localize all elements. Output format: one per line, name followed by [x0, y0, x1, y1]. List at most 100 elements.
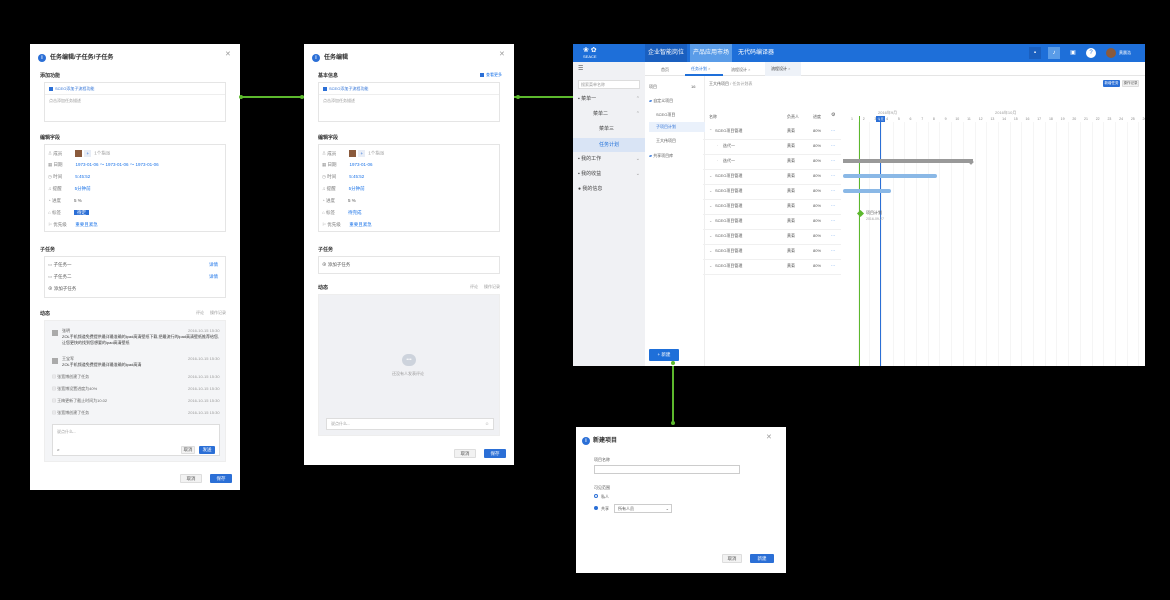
chevron-down-icon[interactable]: ⌄	[709, 263, 712, 269]
table-row[interactable]: ⌄ SCEO项目管理 黄菊 80% ···	[703, 203, 841, 215]
save-button[interactable]: 保存	[484, 449, 506, 458]
table-row[interactable]: ⌄ SCEO项目管理 黄菊 80% ···	[703, 248, 841, 260]
close-icon[interactable]: ✕	[766, 433, 772, 441]
view-more-link[interactable]: 查看更多	[480, 72, 502, 78]
menu-item[interactable]: ▪ 我的收益 ⌄	[578, 171, 640, 178]
more-icon[interactable]: ···	[831, 248, 835, 254]
add-task-button[interactable]: 新增任务	[1103, 80, 1120, 87]
subtask-item[interactable]: ▭ 子任务二 详情	[48, 274, 218, 280]
add-item[interactable]: SCEO添加子流程功能	[323, 86, 368, 92]
comment-send-button[interactable]: 发送	[199, 446, 215, 454]
menu-item[interactable]: ● 我的信息	[578, 186, 640, 193]
field-tag[interactable]: ⌂ 标签 待完成	[322, 210, 361, 216]
menu-item[interactable]: ▪ 我的工作 ⌄	[578, 156, 640, 163]
more-icon[interactable]: ···	[831, 188, 835, 194]
field-priority[interactable]: ⚐ 优先级 重要且紧急	[48, 222, 98, 228]
tab-logs[interactable]: 操作记录	[484, 284, 500, 290]
chat-icon[interactable]: ▪	[1029, 47, 1041, 59]
menu-item[interactable]: 菜单三	[599, 126, 614, 133]
table-row[interactable]: ⌄ SCEO项目管理 黄菊 80% ···	[703, 233, 841, 245]
attachment-icon[interactable]: ⌀	[57, 447, 59, 453]
project-item-active[interactable]: 子项目计划	[649, 122, 705, 132]
tab-home[interactable]: 首页	[661, 67, 669, 73]
chevron-down-icon[interactable]: ⌄	[709, 218, 712, 224]
chevron-down-icon[interactable]: ⌄	[709, 188, 712, 194]
save-button[interactable]: 保存	[210, 474, 232, 483]
add-item[interactable]: SCEO添加子流程功能	[49, 86, 94, 92]
add-member-icon[interactable]: +	[84, 150, 92, 157]
tab-process[interactable]: 流程设计 ×	[765, 62, 801, 76]
subtask-item[interactable]: ▭ 子任务一 详情	[48, 262, 218, 268]
gantt-bar-gray[interactable]	[843, 159, 973, 163]
tab-comments[interactable]: 评论	[196, 310, 204, 316]
field-member[interactable]: ♙ 成员 +1个指派	[48, 150, 110, 157]
comment-cancel-button[interactable]: 取消	[181, 446, 195, 454]
user-name[interactable]: 黄晨浩	[1119, 50, 1131, 56]
cancel-button[interactable]: 取消	[722, 554, 742, 563]
chevron-down-icon[interactable]: ⌄	[709, 203, 712, 209]
share-select[interactable]: 所有人员 ⌄	[614, 504, 672, 513]
more-icon[interactable]: ···	[831, 173, 835, 179]
more-icon[interactable]: ···	[831, 203, 835, 209]
more-icon[interactable]: ···	[831, 158, 835, 164]
close-icon[interactable]: ✕	[225, 50, 231, 58]
table-row[interactable]: ⌄ SCEO项目管理 黄菊 80% ···	[703, 218, 841, 230]
menu-item[interactable]: ▪ 菜单一 ⌃	[578, 96, 640, 103]
table-row[interactable]: ⌄ SCEO项目管理 黄菊 80% ···	[703, 173, 841, 185]
top-tab[interactable]: 企业智能岗位	[645, 44, 687, 62]
add-subtask-link[interactable]: ⊕ 添加子任务	[322, 262, 350, 268]
field-reminder[interactable]: ♫ 提醒 5分钟前	[48, 186, 91, 192]
tab-logs[interactable]: 操作记录	[210, 310, 226, 316]
chevron-down-icon[interactable]: ⌄	[709, 248, 712, 254]
add-member-icon[interactable]: +	[358, 150, 366, 157]
log-button[interactable]: 操作记录	[1122, 80, 1139, 87]
radio-share[interactable]: 共享	[594, 506, 609, 512]
project-item[interactable]: ▰ 共享项目库	[649, 153, 673, 159]
field-date[interactable]: ▦ 日期 1973-01-06 ～ 1973-01-06 ～ 1973-01-06	[48, 162, 159, 168]
tab-process[interactable]: 流程设计 ×	[731, 67, 750, 73]
gantt-bar[interactable]	[843, 189, 891, 193]
chevron-down-icon[interactable]: ⌃	[709, 128, 712, 134]
cancel-button[interactable]: 取消	[180, 474, 202, 483]
field-progress[interactable]: ◔ 进度 5 %	[322, 198, 356, 204]
field-progress[interactable]: ◔ 进度 5 %	[48, 198, 82, 204]
comment-input[interactable]: 说点什么... ⌀ 取消 发送	[52, 424, 220, 456]
add-subtask-link[interactable]: ⊕ 添加子任务	[48, 286, 76, 292]
field-priority[interactable]: ⚐ 优先级 重要且紧急	[322, 222, 372, 228]
new-project-button[interactable]: + 新建	[649, 349, 679, 361]
tab-task-plan[interactable]: 任务计划 ×	[685, 62, 723, 76]
hamburger-icon[interactable]: ☰	[578, 65, 583, 73]
more-icon[interactable]: ···	[831, 233, 835, 239]
table-row[interactable]: · 迭代一 黄菊 80% ···	[703, 143, 841, 155]
gantt-bar[interactable]	[843, 174, 937, 178]
avatar[interactable]	[1106, 48, 1116, 58]
field-date[interactable]: ▦ 日期 1973-01-06	[322, 162, 373, 168]
menu-search-input[interactable]: 搜索菜单名称	[578, 80, 640, 89]
field-member[interactable]: ♙ 成员 +1个指派	[322, 150, 384, 157]
project-item[interactable]: ▰ 自定义项目	[649, 98, 673, 104]
more-icon[interactable]: ···	[831, 218, 835, 224]
project-item[interactable]: 王大伟项目	[656, 138, 676, 144]
create-button[interactable]: 新建	[750, 554, 774, 563]
project-item[interactable]: SCEO项目	[656, 112, 675, 118]
field-reminder[interactable]: ♫ 提醒 5分钟前	[322, 186, 365, 192]
tag-badge[interactable]: 待定	[73, 210, 89, 215]
more-icon[interactable]: ···	[831, 143, 835, 149]
more-icon[interactable]: ···	[831, 128, 835, 134]
more-icon[interactable]: ···	[831, 263, 835, 269]
cancel-button[interactable]: 取消	[454, 449, 476, 458]
tab-comments[interactable]: 评论	[470, 284, 478, 290]
chevron-down-icon[interactable]: ⌄	[709, 233, 712, 239]
top-tab-active[interactable]: 产品应用市场	[690, 44, 732, 62]
table-row[interactable]: · 迭代一 黄菊 80% ···	[703, 158, 841, 170]
description-placeholder[interactable]: 点击添加任务描述	[323, 98, 355, 104]
menu-item-active[interactable]: 任务计划	[573, 138, 645, 152]
close-icon[interactable]: ✕	[499, 50, 505, 58]
bell-icon[interactable]: ♪	[1048, 47, 1060, 59]
field-time[interactable]: ◷ 时间 5:45:52	[322, 174, 364, 180]
field-time[interactable]: ◷ 时间 5:45:52	[48, 174, 90, 180]
settings-icon[interactable]: ⚙	[831, 112, 835, 119]
table-row[interactable]: ⌃ SCEO项目管理 黄菊 80% ···	[703, 128, 841, 140]
project-name-input[interactable]	[594, 465, 740, 474]
briefcase-icon[interactable]: ▣	[1067, 47, 1079, 59]
